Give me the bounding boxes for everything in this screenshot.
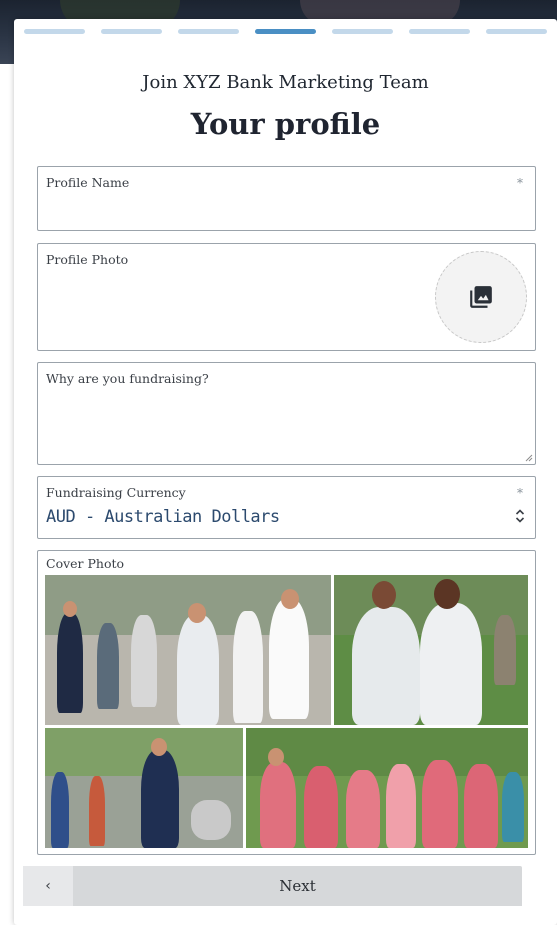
back-button[interactable]: ‹ (23, 866, 73, 906)
cover-photo-image (334, 575, 528, 725)
currency-select[interactable]: Fundraising Currency * AUD - Australian … (37, 476, 536, 539)
page-title: Your profile (190, 107, 381, 141)
cover-photo-image (45, 728, 243, 848)
navigation-bar: ‹ Next (23, 866, 522, 906)
profile-photo-upload-button[interactable] (435, 251, 527, 343)
currency-selected-value: AUD - Australian Dollars (46, 507, 280, 527)
why-fundraising-textarea[interactable]: Why are you fundraising? (37, 362, 536, 465)
why-fundraising-label: Why are you fundraising? (46, 371, 209, 386)
progress-step (409, 29, 470, 34)
progress-step (332, 29, 393, 34)
profile-photo-label: Profile Photo (46, 252, 129, 267)
image-upload-icon (470, 286, 492, 308)
cover-photo-image (45, 575, 331, 725)
profile-card: Join XYZ Bank Marketing Team Your profil… (14, 19, 557, 925)
progress-step (178, 29, 239, 34)
select-chevrons-icon (515, 509, 525, 523)
cover-photo-collage (45, 575, 528, 848)
required-marker: * (517, 176, 523, 190)
progress-step (101, 29, 162, 34)
progress-steps (24, 29, 547, 35)
profile-photo-field: Profile Photo (37, 243, 536, 351)
form-subtitle: Join XYZ Bank Marketing Team (142, 72, 429, 93)
profile-name-label: Profile Name (46, 175, 130, 190)
cover-photo-image (246, 728, 528, 848)
progress-step (486, 29, 547, 34)
progress-step (255, 29, 316, 34)
cover-photo-label: Cover Photo (46, 556, 125, 571)
profile-name-field[interactable]: Profile Name * (37, 166, 536, 231)
resize-handle-icon[interactable] (525, 454, 533, 462)
next-button[interactable]: Next (73, 866, 522, 906)
required-marker: * (517, 486, 523, 500)
progress-step (24, 29, 85, 34)
currency-label: Fundraising Currency (46, 485, 186, 500)
cover-photo-field[interactable]: Cover Photo (37, 550, 536, 855)
